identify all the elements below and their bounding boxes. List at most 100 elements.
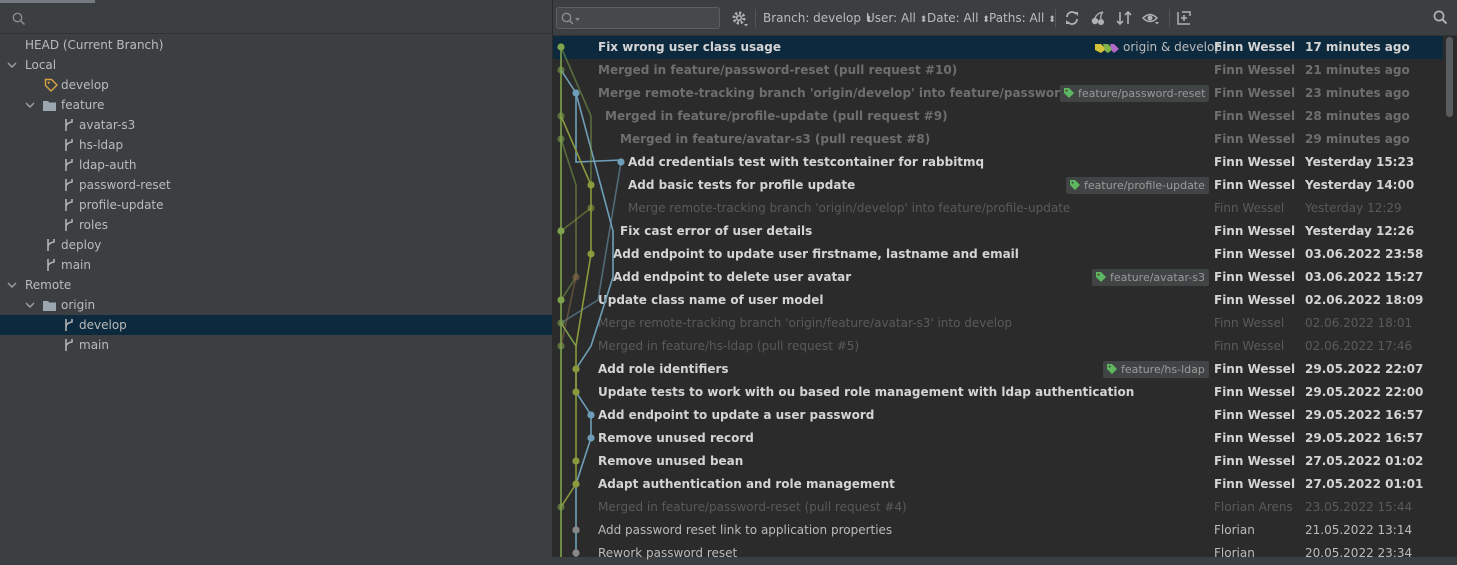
commit-row[interactable]: Merged in feature/password-reset (pull r… <box>553 59 1443 82</box>
commit-row[interactable]: Update tests to work with ou based role … <box>553 381 1443 404</box>
commit-message: Add endpoint to update user firstname, l… <box>613 247 1019 261</box>
commit-row[interactable]: Rework password reset Florian 20.05.2022 2… <box>553 542 1443 565</box>
commit-node[interactable] <box>572 480 580 488</box>
commit-node[interactable] <box>557 227 565 235</box>
commit-node[interactable] <box>617 158 625 166</box>
user-filter[interactable]: User: All ⬍ <box>866 0 927 35</box>
tag-icon <box>1095 43 1119 53</box>
commit-row[interactable]: Remove unused bean Finn Wessel 27.05.2022 … <box>553 450 1443 473</box>
branch-icon <box>65 179 73 191</box>
tree-node-group[interactable]: Remote <box>0 275 552 295</box>
commit-row[interactable]: Add basic tests for profile update featur… <box>553 174 1443 197</box>
chevron-down-icon[interactable] <box>7 280 17 290</box>
log-search-input[interactable] <box>556 7 720 29</box>
commit-node[interactable] <box>587 434 595 442</box>
commit-author: Finn Wessel <box>1214 63 1296 77</box>
tree-node-branch[interactable]: profile-update <box>0 195 552 215</box>
commit-row[interactable]: Update class name of user model Finn Wess… <box>553 289 1443 312</box>
commit-row[interactable]: Fix wrong user class usage origin & devel… <box>553 36 1443 59</box>
commit-node[interactable] <box>557 296 565 304</box>
commit-row[interactable]: Adapt authentication and role management… <box>553 473 1443 496</box>
chevron-down-icon[interactable] <box>7 60 17 70</box>
branches-panel: HEAD (Current Branch) Local develop feature… <box>0 0 552 557</box>
tree-node-head[interactable]: HEAD (Current Branch) <box>0 35 552 55</box>
paths-filter[interactable]: Paths: All ⬍ <box>989 0 1056 35</box>
vertical-scrollbar[interactable] <box>1446 37 1453 117</box>
commit-row[interactable]: Add password reset link to application p… <box>553 519 1443 542</box>
tree-node-folder[interactable]: origin <box>0 295 552 315</box>
commit-node[interactable] <box>587 250 595 258</box>
commit-row[interactable]: Merge remote-tracking branch 'origin/dev… <box>553 197 1443 220</box>
chevron-down-icon[interactable] <box>25 100 35 110</box>
commit-message: Merge remote-tracking branch 'origin/dev… <box>598 86 1109 100</box>
commit-row[interactable]: Add credentials test with testcontainer … <box>553 151 1443 174</box>
refresh-icon[interactable] <box>1064 10 1080 26</box>
commit-node[interactable] <box>572 388 580 396</box>
commit-row[interactable]: Add role identifiers feature/hs-ldap Finn … <box>553 358 1443 381</box>
commit-node[interactable] <box>572 457 580 465</box>
search-icon[interactable] <box>1433 10 1448 25</box>
commit-row[interactable]: Merge remote-tracking branch 'origin/fea… <box>553 312 1443 335</box>
commit-author: Finn Wessel <box>1214 316 1285 330</box>
open-in-new-tab-icon[interactable] <box>1176 10 1192 26</box>
tree-node-branch[interactable]: avatar-s3 <box>0 115 552 135</box>
commit-node[interactable] <box>557 503 565 511</box>
commit-author: Finn Wessel <box>1214 431 1296 445</box>
branch-icon <box>65 139 73 151</box>
tree-node-branch[interactable]: main <box>0 255 552 275</box>
tree-node-label: HEAD (Current Branch) <box>25 38 164 52</box>
commit-node[interactable] <box>572 549 580 557</box>
cherry-pick-icon[interactable] <box>1090 10 1106 26</box>
commit-row[interactable]: Add endpoint to update a user password Fi… <box>553 404 1443 427</box>
branch-filter[interactable]: Branch: develop ⬍ <box>763 0 872 35</box>
commit-node[interactable] <box>557 342 565 350</box>
commit-row[interactable]: Merged in feature/profile-update (pull r… <box>553 105 1443 128</box>
commit-message: Add credentials test with testcontainer … <box>628 155 985 169</box>
tree-node-label: profile-update <box>79 198 164 212</box>
tree-node-branch[interactable]: roles <box>0 215 552 235</box>
commit-node[interactable] <box>557 66 565 74</box>
commit-node[interactable] <box>557 112 565 120</box>
commit-row[interactable]: Merged in feature/avatar-s3 (pull reques… <box>553 128 1443 151</box>
commit-node[interactable] <box>587 411 595 419</box>
commit-row[interactable]: Add endpoint to delete user avatar featur… <box>553 266 1443 289</box>
tree-node-label: main <box>61 258 91 272</box>
chevron-down-icon[interactable] <box>25 300 35 310</box>
branch-search-field[interactable] <box>0 4 552 34</box>
commit-node[interactable] <box>572 89 580 97</box>
commit-row[interactable]: Fix cast error of user details Finn Wesse… <box>553 220 1443 243</box>
commit-author: Finn Wessel <box>1214 477 1296 491</box>
commit-author: Florian <box>1214 523 1255 537</box>
commit-node[interactable] <box>557 319 565 327</box>
tree-node-label: ldap-auth <box>79 158 137 172</box>
gear-icon[interactable] <box>731 10 748 27</box>
tree-node-branch[interactable]: password-reset <box>0 175 552 195</box>
commit-row[interactable]: Merge remote-tracking branch 'origin/dev… <box>553 82 1443 105</box>
tree-node-folder[interactable]: feature <box>0 95 552 115</box>
commit-node[interactable] <box>557 135 565 143</box>
commit-node[interactable] <box>572 526 580 534</box>
commit-row[interactable]: Remove unused record Finn Wessel 29.05.202… <box>553 427 1443 450</box>
tree-node-tag[interactable]: develop <box>0 75 552 95</box>
tree-node-branch[interactable]: develop <box>0 315 552 335</box>
tree-node-branch[interactable]: deploy <box>0 235 552 255</box>
commit-row[interactable]: Merged in feature/hs-ldap (pull request … <box>553 335 1443 358</box>
date-filter[interactable]: Date: All ⬍ <box>927 0 990 35</box>
commit-author: Finn Wessel <box>1214 454 1296 468</box>
commit-node[interactable] <box>587 204 595 212</box>
date-filter-label: Date: All <box>927 11 979 25</box>
commit-row[interactable]: Merged in feature/password-reset (pull r… <box>553 496 1443 519</box>
commit-row[interactable]: Add endpoint to update user firstname, l… <box>553 243 1443 266</box>
commit-date: 29.05.2022 22:00 <box>1305 385 1424 399</box>
graph-edge <box>560 115 592 508</box>
commit-node[interactable] <box>557 43 565 51</box>
commit-node[interactable] <box>572 273 580 281</box>
expand-collapse-icon[interactable] <box>1116 10 1132 26</box>
commit-node[interactable] <box>572 365 580 373</box>
tree-node-group[interactable]: Local <box>0 55 552 75</box>
tree-node-branch[interactable]: ldap-auth <box>0 155 552 175</box>
tree-node-branch[interactable]: hs-ldap <box>0 135 552 155</box>
eye-icon[interactable] <box>1142 10 1160 26</box>
commit-node[interactable] <box>587 181 595 189</box>
tree-node-branch[interactable]: main <box>0 335 552 355</box>
